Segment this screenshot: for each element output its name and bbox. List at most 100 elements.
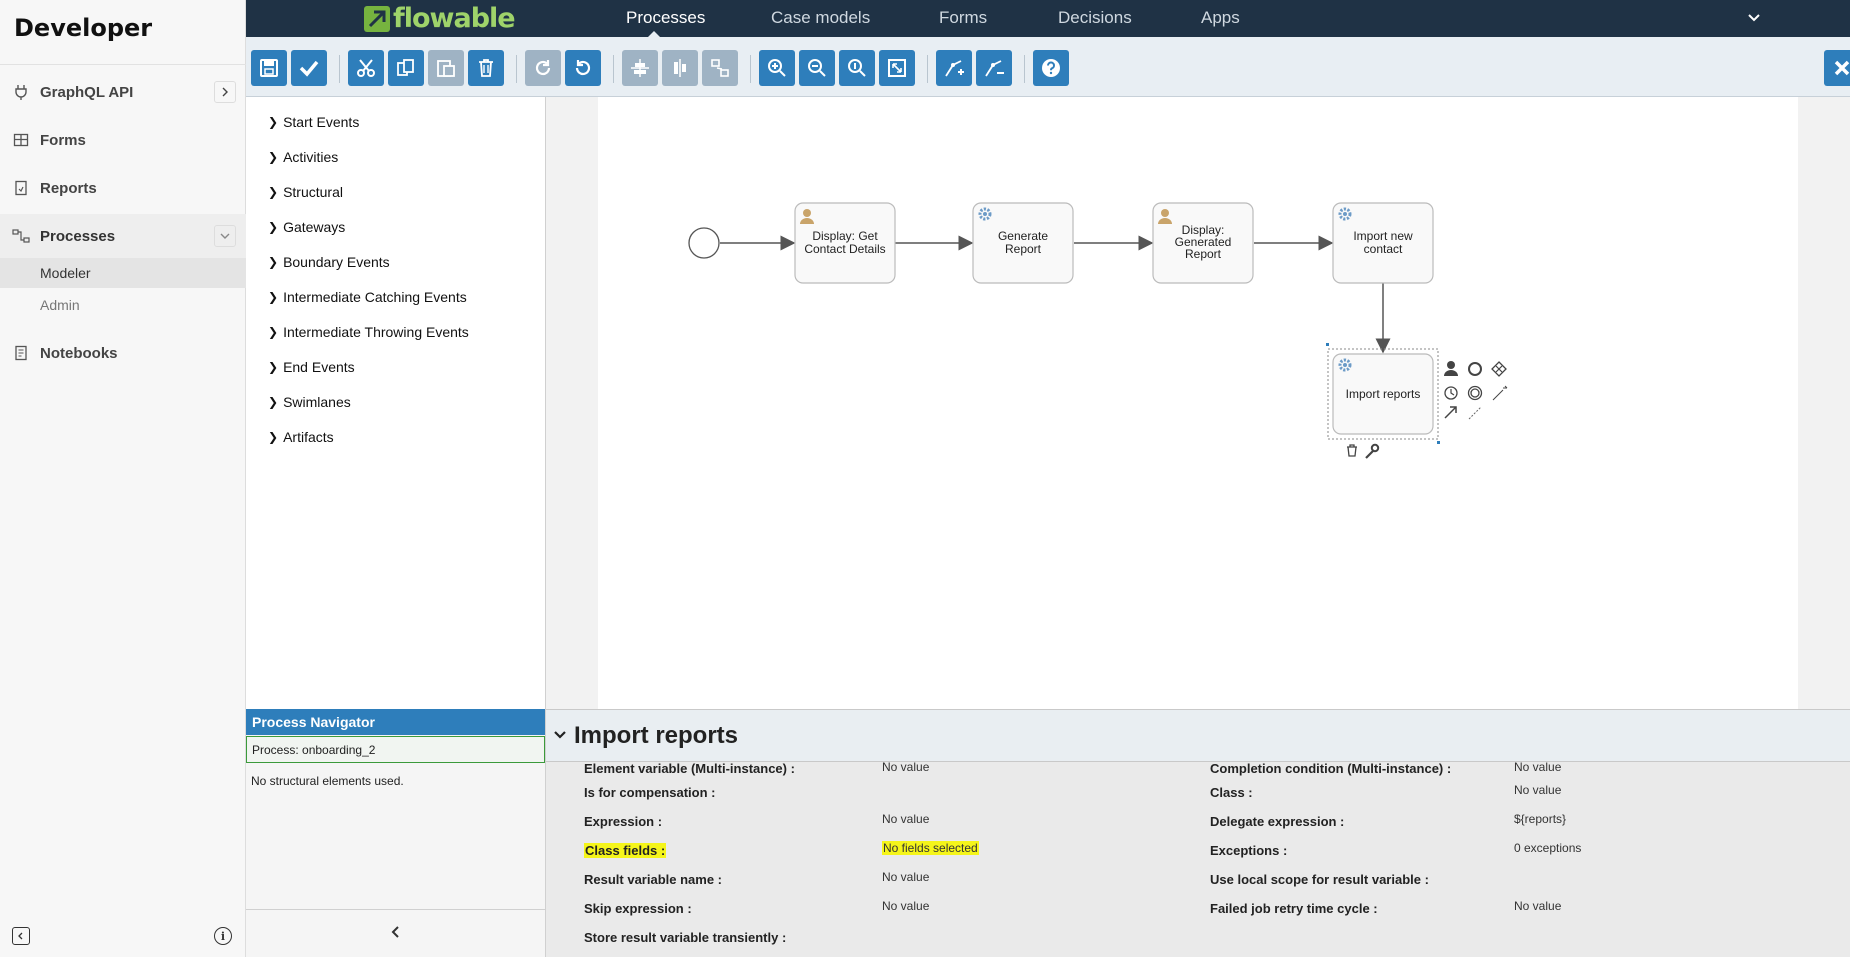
palette-group-start-events[interactable]: ❯ Start Events [268, 114, 359, 130]
property-label[interactable]: Result variable name : [584, 872, 722, 887]
close-editor-button[interactable] [1824, 50, 1850, 86]
paste-button[interactable] [428, 50, 464, 86]
palette-group-label: Activities [283, 149, 339, 165]
chevron-down-icon[interactable] [214, 225, 236, 247]
tab-forms[interactable]: Forms [939, 0, 987, 37]
remove-bendpoint-button[interactable] [976, 50, 1012, 86]
resize-handle[interactable] [1326, 343, 1329, 346]
property-label-highlighted[interactable]: Class fields : [584, 843, 667, 858]
palette-group-end-events[interactable]: ❯ End Events [268, 359, 355, 375]
save-button[interactable] [251, 50, 287, 86]
sidebar-item-processes[interactable]: Processes [0, 214, 246, 258]
add-end-event-icon[interactable] [1468, 362, 1482, 376]
collapse-navigator-button[interactable] [246, 909, 546, 957]
service-task-import-new-contact[interactable]: Import new contact [1332, 202, 1434, 284]
sidebar-item-reports[interactable]: Reports [0, 166, 246, 210]
property-label[interactable]: Use local scope for result variable : [1210, 872, 1429, 887]
add-boundary-event-icon[interactable] [1467, 385, 1483, 401]
flowable-logo[interactable]: flowable [364, 3, 516, 34]
resize-handle[interactable] [1437, 441, 1440, 444]
add-intermediate-event-icon[interactable] [1444, 386, 1458, 400]
sidebar-subitem-admin[interactable]: Admin [0, 290, 246, 320]
add-sequence-flow-icon[interactable] [1444, 406, 1457, 419]
property-value[interactable]: No value [882, 760, 929, 774]
property-value[interactable]: No value [1514, 899, 1561, 913]
tab-case-models[interactable]: Case models [771, 0, 870, 37]
shape-palette: ❯ Start Events ❯ Activities ❯ Structural ❯ G… [246, 97, 546, 709]
gear-icon [978, 207, 992, 221]
chevron-down-icon[interactable] [554, 728, 566, 744]
palette-group-intermediate-catching-events[interactable]: ❯ Intermediate Catching Events [268, 289, 467, 305]
delete-shape-icon[interactable] [1347, 444, 1357, 457]
align-vertical-button[interactable] [662, 50, 698, 86]
property-label[interactable]: Is for compensation : [584, 785, 715, 800]
tab-decisions[interactable]: Decisions [1058, 0, 1132, 37]
user-menu-chevron-icon[interactable] [1748, 10, 1760, 26]
palette-group-structural[interactable]: ❯ Structural [268, 184, 343, 200]
diagram-canvas[interactable]: Display: Get Contact Details Generate Re… [598, 97, 1798, 709]
palette-group-intermediate-throwing-events[interactable]: ❯ Intermediate Throwing Events [268, 324, 469, 340]
property-label[interactable]: Delegate expression : [1210, 814, 1344, 829]
property-value[interactable]: No value [882, 899, 929, 913]
palette-group-artifacts[interactable]: ❯ Artifacts [268, 429, 334, 445]
user-task-display-generated-report[interactable]: Display: Generated Report [1152, 202, 1254, 284]
redo-button[interactable] [525, 50, 561, 86]
start-event[interactable] [688, 227, 720, 259]
tab-processes[interactable]: Processes [626, 0, 705, 37]
zoom-actual-button[interactable] [839, 50, 875, 86]
property-label[interactable]: Exceptions : [1210, 843, 1287, 858]
palette-group-gateways[interactable]: ❯ Gateways [268, 219, 345, 235]
zoom-fit-button[interactable] [879, 50, 915, 86]
delete-button[interactable] [468, 50, 504, 86]
info-icon[interactable]: i [214, 927, 232, 945]
add-bendpoint-button[interactable] [936, 50, 972, 86]
property-value[interactable]: ${reports} [1514, 812, 1566, 826]
chevron-right-icon[interactable] [214, 81, 236, 103]
sidebar-item-graphql-api[interactable]: GraphQL API [0, 70, 246, 114]
property-value[interactable]: No value [1514, 783, 1561, 797]
zoom-out-button[interactable] [799, 50, 835, 86]
properties-header[interactable]: Import reports [546, 710, 1850, 762]
process-navigator: Process Navigator Process: onboarding_2 … [246, 709, 546, 957]
palette-group-swimlanes[interactable]: ❯ Swimlanes [268, 394, 351, 410]
undo-button[interactable] [565, 50, 601, 86]
property-value-highlighted[interactable]: No fields selected [882, 841, 979, 855]
add-connection-icon[interactable] [1468, 406, 1482, 420]
service-task-import-reports[interactable]: Import reports [1326, 343, 1440, 444]
service-task-generate-report[interactable]: Generate Report [972, 202, 1074, 284]
wrench-icon[interactable] [1365, 443, 1380, 459]
align-horizontal-button[interactable] [622, 50, 658, 86]
sidebar-subitem-modeler[interactable]: Modeler [0, 258, 246, 288]
add-user-task-icon[interactable] [1444, 361, 1458, 376]
palette-group-activities[interactable]: ❯ Activities [268, 149, 338, 165]
collapse-sidebar-icon[interactable] [12, 927, 30, 945]
add-gateway-icon[interactable] [1491, 361, 1507, 377]
tab-apps[interactable]: Apps [1201, 0, 1240, 37]
process-navigator-process[interactable]: Process: onboarding_2 [246, 736, 545, 763]
help-button[interactable] [1033, 50, 1069, 86]
zoom-in-button[interactable] [759, 50, 795, 86]
property-value[interactable]: No value [882, 812, 929, 826]
sidebar-item-notebooks[interactable]: Notebooks [0, 331, 246, 375]
same-size-button[interactable] [702, 50, 738, 86]
property-label[interactable]: Completion condition (Multi-instance) : [1210, 761, 1451, 776]
property-label[interactable]: Skip expression : [584, 901, 692, 916]
canvas-area[interactable]: Display: Get Contact Details Generate Re… [546, 97, 1850, 709]
toolbar-separator [516, 55, 517, 83]
cut-button[interactable] [348, 50, 384, 86]
property-value[interactable]: 0 exceptions [1514, 841, 1581, 855]
property-label[interactable]: Store result variable transiently : [584, 930, 786, 945]
add-association-icon[interactable] [1492, 385, 1508, 401]
property-value[interactable]: No value [882, 870, 929, 884]
property-label[interactable]: Failed job retry time cycle : [1210, 901, 1378, 916]
palette-group-boundary-events[interactable]: ❯ Boundary Events [268, 254, 390, 270]
property-label[interactable]: Element variable (Multi-instance) : [584, 761, 795, 776]
app-title: Developer [14, 14, 153, 42]
property-label[interactable]: Class : [1210, 785, 1253, 800]
user-task-display-get-contact-details[interactable]: Display: Get Contact Details [794, 202, 896, 284]
property-label[interactable]: Expression : [584, 814, 662, 829]
property-value[interactable]: No value [1514, 760, 1561, 774]
sidebar-item-forms[interactable]: Forms [0, 118, 246, 162]
validate-button[interactable] [291, 50, 327, 86]
copy-button[interactable] [388, 50, 424, 86]
